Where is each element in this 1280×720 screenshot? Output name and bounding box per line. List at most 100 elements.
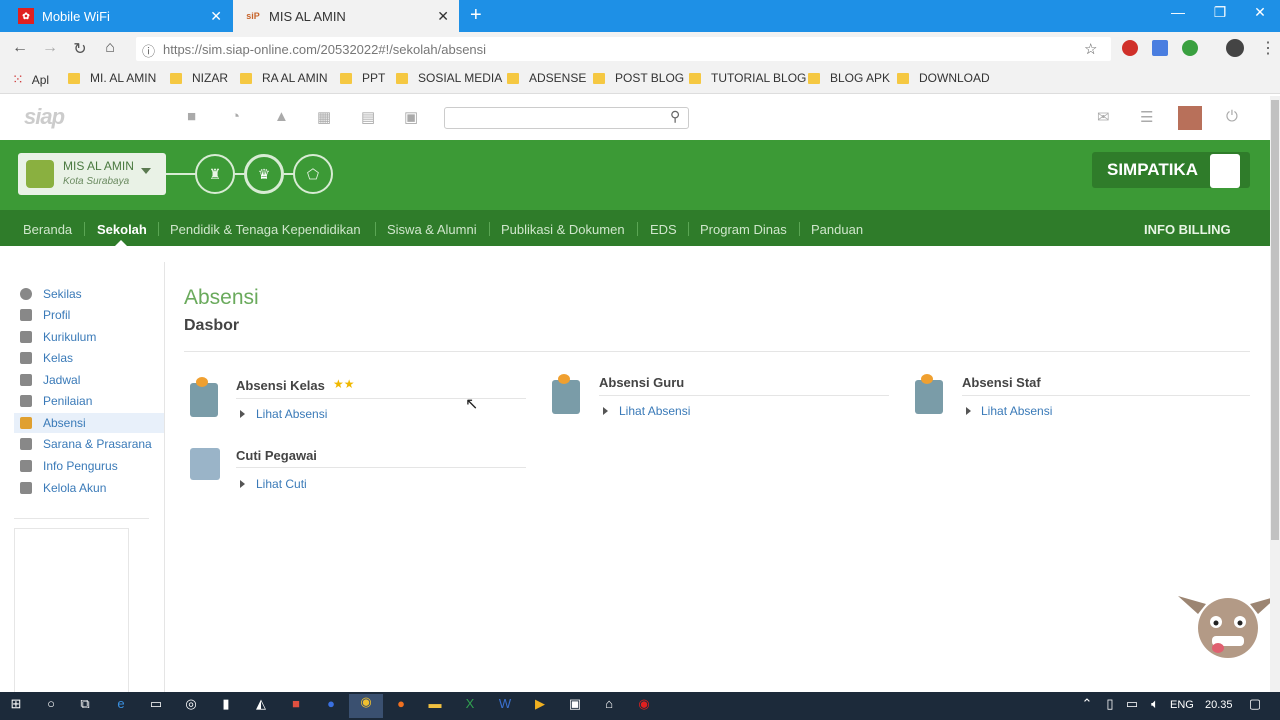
sidebar-item-profil[interactable]: Profil: [14, 305, 164, 325]
chevron-down-icon[interactable]: [141, 168, 151, 174]
power-icon[interactable]: ⏻: [1226, 108, 1238, 125]
app-icon[interactable]: ■: [286, 696, 306, 711]
clock[interactable]: 20.35: [1205, 699, 1233, 711]
nav-beranda[interactable]: Beranda: [23, 222, 72, 237]
tablet-icon[interactable]: ▯: [1100, 696, 1120, 712]
link-lihat-absensi-guru[interactable]: Lihat Absensi: [619, 404, 690, 418]
firefox-icon[interactable]: ●: [391, 696, 411, 711]
link-lihat-cuti[interactable]: Lihat Cuti: [256, 477, 307, 491]
file-explorer-icon[interactable]: ▬: [425, 696, 445, 711]
volume-icon[interactable]: 🔈︎: [1145, 696, 1165, 712]
bookmark-folder[interactable]: BLOG APK: [808, 71, 890, 85]
bookmark-folder[interactable]: DOWNLOAD: [897, 71, 990, 85]
user-settings-icon: [20, 482, 32, 494]
info-icon[interactable]: ⓘ: [142, 41, 155, 60]
nav-siswa[interactable]: Siswa & Alumni: [387, 222, 477, 237]
task-view-icon[interactable]: ⧉: [75, 696, 95, 712]
scrollbar-thumb[interactable]: [1271, 100, 1279, 540]
sidebar-item-penilaian[interactable]: Penilaian: [14, 391, 164, 411]
excel-icon[interactable]: X: [460, 696, 480, 711]
sidebar-item-kurikulum[interactable]: Kurikulum: [14, 327, 164, 347]
mail-icon[interactable]: ✉: [1097, 108, 1110, 126]
extension-adblock-icon[interactable]: [1122, 40, 1138, 56]
app-icon[interactable]: ▮: [216, 696, 236, 712]
chevron-up-icon[interactable]: ⌃: [1077, 696, 1097, 712]
close-window-button[interactable]: ✕: [1240, 4, 1280, 21]
sidebar-item-info-pengurus[interactable]: Info Pengurus: [14, 456, 164, 476]
tab-mis-al-amin[interactable]: siP MIS AL AMIN ✕: [233, 0, 459, 32]
step-shield-icon[interactable]: ⬠: [293, 154, 333, 194]
sidebar-item-absensi[interactable]: Absensi: [14, 413, 164, 433]
bookmark-folder[interactable]: PPT: [340, 71, 385, 85]
nav-panduan[interactable]: Panduan: [811, 222, 863, 237]
app-icon[interactable]: ●: [321, 696, 341, 711]
cube-icon[interactable]: ■: [187, 108, 196, 125]
list-icon[interactable]: ☰: [1140, 108, 1153, 126]
chrome-taskbar-icon[interactable]: ◉: [349, 694, 383, 718]
bookmark-folder[interactable]: ADSENSE: [507, 71, 586, 85]
record-icon[interactable]: ◉: [634, 696, 654, 712]
bookmark-folder[interactable]: NIZAR: [170, 71, 228, 85]
sidebar-item-label: Kelas: [43, 351, 74, 365]
app-icon[interactable]: ◭: [251, 696, 271, 712]
app-icon[interactable]: ▣: [565, 696, 585, 712]
book-icon[interactable]: ▤: [361, 108, 375, 126]
bookmark-folder[interactable]: POST BLOG: [593, 71, 684, 85]
link-lihat-absensi-kelas[interactable]: Lihat Absensi: [256, 407, 327, 421]
sidebar-item-jadwal[interactable]: Jadwal: [14, 370, 164, 390]
minimize-button[interactable]: —: [1158, 4, 1198, 20]
rss-icon[interactable]: ◔: [231, 108, 240, 125]
nav-publikasi[interactable]: Publikasi & Dokumen: [501, 222, 625, 237]
edge-icon[interactable]: e: [111, 696, 131, 711]
id-card-icon[interactable]: ▣: [404, 108, 418, 126]
back-button[interactable]: ←: [10, 39, 30, 57]
tab-mobile-wifi[interactable]: ✿ Mobile WiFi ✕: [6, 0, 232, 32]
bookmark-folder[interactable]: RA AL AMIN: [240, 71, 328, 85]
language-indicator[interactable]: ENG: [1170, 699, 1194, 711]
close-tab-icon[interactable]: ✕: [210, 8, 222, 25]
sidebar-item-sekilas[interactable]: Sekilas: [14, 284, 164, 304]
bookmark-apps[interactable]: ⁙ Apl: [12, 71, 49, 88]
app-icon[interactable]: ⌂: [599, 696, 619, 711]
app-icon[interactable]: ◎: [181, 696, 201, 712]
app-icon[interactable]: ▶: [530, 696, 550, 712]
site-logo[interactable]: siap: [24, 104, 65, 130]
step-building-icon[interactable]: ♜: [195, 154, 235, 194]
people-icon[interactable]: ▦: [317, 108, 331, 126]
bookmark-folder[interactable]: TUTORIAL BLOG: [689, 71, 806, 85]
info-billing-link[interactable]: INFO BILLING: [1144, 222, 1231, 237]
link-lihat-absensi-staf[interactable]: Lihat Absensi: [981, 404, 1052, 418]
bookmark-star-icon[interactable]: ☆: [1084, 40, 1097, 58]
extension-translate-icon[interactable]: [1152, 40, 1168, 56]
browser-menu-icon[interactable]: ⋮: [1260, 38, 1276, 58]
cortana-search-icon[interactable]: ○: [41, 696, 61, 711]
bookmark-folder[interactable]: SOSIAL MEDIA: [396, 71, 502, 85]
word-icon[interactable]: W: [495, 696, 515, 711]
building-icon[interactable]: ▲: [274, 108, 289, 125]
nav-program-dinas[interactable]: Program Dinas: [700, 222, 787, 237]
profile-avatar[interactable]: [1226, 39, 1244, 57]
notification-icon[interactable]: ▢: [1245, 696, 1265, 712]
site-search-input[interactable]: [444, 107, 689, 129]
home-button[interactable]: ⌂: [100, 39, 120, 57]
extension-globe-icon[interactable]: [1182, 40, 1198, 56]
windows-start-icon[interactable]: ⊞: [6, 696, 26, 712]
search-icon[interactable]: ⚲: [670, 108, 680, 125]
step-school-icon[interactable]: ♛: [244, 154, 284, 194]
url-text[interactable]: https://sim.siap-online.com/20532022#!/s…: [163, 42, 486, 57]
forward-button[interactable]: →: [40, 39, 60, 57]
sidebar-item-sarana[interactable]: Sarana & Prasarana: [14, 434, 164, 454]
sidebar-item-kelola-akun[interactable]: Kelola Akun: [14, 478, 164, 498]
sidebar-item-kelas[interactable]: Kelas: [14, 348, 164, 368]
nav-sekolah[interactable]: Sekolah: [97, 222, 147, 237]
restore-button[interactable]: ❐: [1200, 4, 1240, 21]
nav-eds[interactable]: EDS: [650, 222, 677, 237]
reload-button[interactable]: ↻: [70, 39, 90, 59]
user-avatar[interactable]: [1178, 106, 1202, 130]
new-tab-button[interactable]: +: [470, 4, 482, 27]
app-icon[interactable]: ▭: [146, 696, 166, 712]
nav-pendidik[interactable]: Pendidik & Tenaga Kependidikan: [170, 222, 361, 237]
bookmark-folder[interactable]: MI. AL AMIN: [68, 71, 156, 85]
close-tab-icon[interactable]: ✕: [437, 8, 449, 25]
network-icon[interactable]: ▭: [1122, 696, 1142, 712]
